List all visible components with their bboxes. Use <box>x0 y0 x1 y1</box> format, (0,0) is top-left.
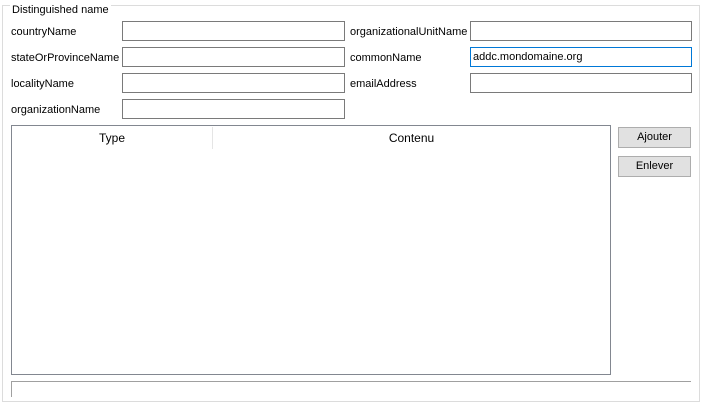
org-unit-name-label: organizationalUnitName <box>350 26 468 38</box>
locality-name-label: localityName <box>11 78 74 90</box>
remove-button[interactable]: Enlever <box>618 156 691 177</box>
common-name-label: commonName <box>350 52 422 64</box>
column-header-type[interactable]: Type <box>12 126 212 150</box>
country-name-input[interactable] <box>122 21 345 41</box>
email-address-label: emailAddress <box>350 78 417 90</box>
organization-name-label: organizationName <box>11 104 101 116</box>
table-header: Type Contenu <box>12 126 610 150</box>
email-address-input[interactable] <box>470 73 692 93</box>
organization-name-input[interactable] <box>122 99 345 119</box>
column-header-contenu[interactable]: Contenu <box>213 126 610 150</box>
add-button[interactable]: Ajouter <box>618 127 691 148</box>
state-name-label: stateOrProvinceName <box>11 52 120 64</box>
group-title: Distinguished name <box>10 4 111 16</box>
state-name-input[interactable] <box>122 47 345 67</box>
country-name-label: countryName <box>11 26 77 38</box>
org-unit-name-input[interactable] <box>470 21 692 41</box>
bottom-field[interactable] <box>11 381 691 397</box>
common-name-input[interactable] <box>470 47 692 67</box>
locality-name-input[interactable] <box>122 73 345 93</box>
entries-table[interactable]: Type Contenu <box>11 125 611 375</box>
